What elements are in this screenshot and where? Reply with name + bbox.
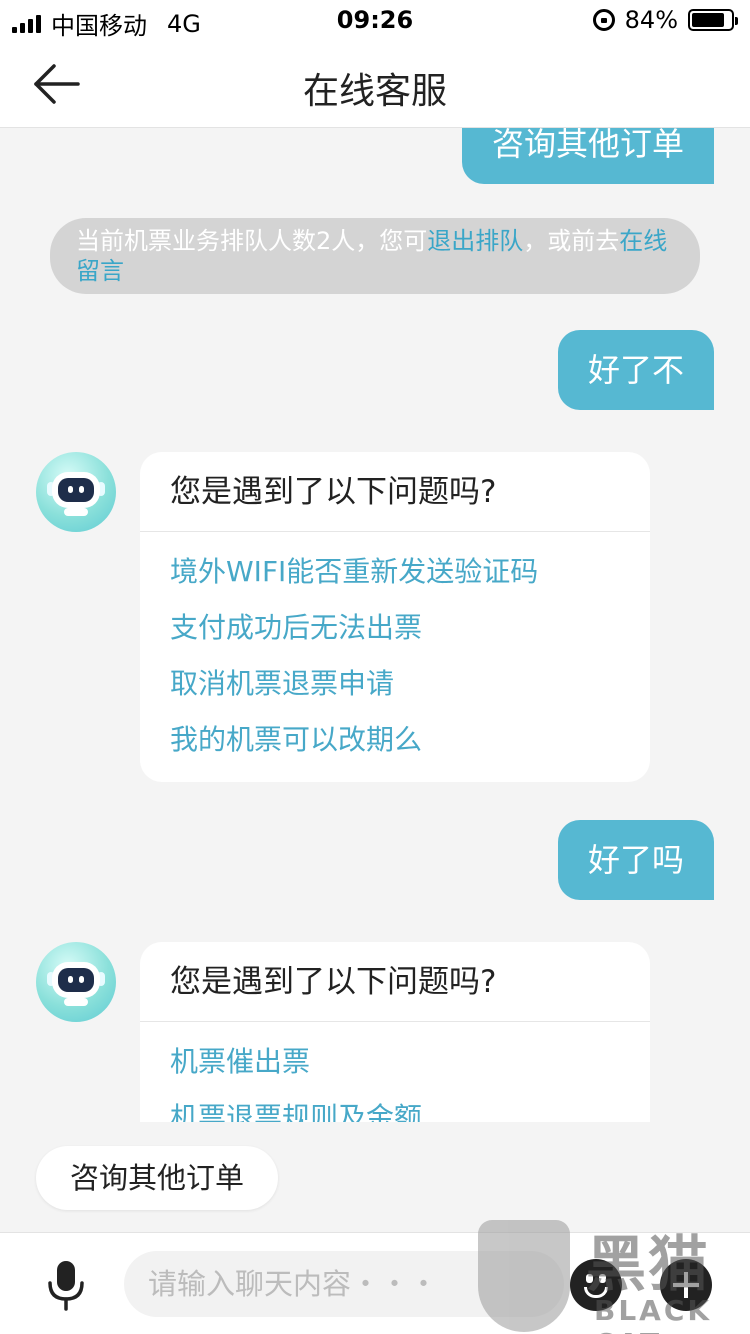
notice-text: 当前机票业务排队人数2人，您可: [76, 227, 428, 255]
queue-notice: 当前机票业务排队人数2人，您可退出排队，或前去在线留言: [50, 218, 700, 294]
bot-suggestion-card: 您是遇到了以下问题吗? 境外WIFI能否重新发送验证码 支付成功后无法出票 取消…: [140, 452, 650, 782]
user-message-bubble: 咨询其他订单: [461, 128, 714, 184]
suggestion-question: 您是遇到了以下问题吗?: [140, 452, 650, 532]
bot-suggestion-card: 您是遇到了以下问题吗? 机票催出票 机票退票规则及金额: [140, 942, 650, 1122]
input-bar: [0, 1232, 750, 1334]
suggestion-list: 境外WIFI能否重新发送验证码 支付成功后无法出票 取消机票退票申请 我的机票可…: [140, 532, 650, 782]
chat-screen: 中国移动 4G 09:26 84% 在线客服 咨询其他订单 当前机票业务排队人数…: [0, 0, 750, 1334]
suggestion-list: 机票催出票 机票退票规则及金额: [140, 1022, 650, 1122]
quick-reply-chip[interactable]: 咨询其他订单: [36, 1146, 279, 1210]
microphone-icon[interactable]: [44, 1259, 88, 1311]
status-bar: 中国移动 4G 09:26 84%: [0, 0, 750, 40]
chat-input[interactable]: [124, 1251, 564, 1317]
notice-text-middle: ，或前去: [523, 227, 620, 255]
rotation-lock-icon: [592, 9, 615, 31]
bot-avatar: [36, 942, 116, 1022]
exit-queue-link[interactable]: 退出排队: [427, 227, 523, 255]
battery-icon: [688, 9, 738, 31]
page-title: 在线客服: [302, 71, 447, 112]
emoji-icon[interactable]: [570, 1259, 622, 1311]
suggestion-option[interactable]: 支付成功后无法出票: [140, 600, 650, 656]
nav-bar: 在线客服: [0, 40, 750, 128]
chat-messages[interactable]: 咨询其他订单 当前机票业务排队人数2人，您可退出排队，或前去在线留言 好了不 您…: [0, 128, 750, 1122]
suggestion-option[interactable]: 机票退票规则及金额: [140, 1090, 650, 1122]
suggestion-option[interactable]: 机票催出票: [140, 1034, 650, 1090]
user-message-bubble: 好了不: [557, 330, 714, 410]
suggestion-option[interactable]: 取消机票退票申请: [140, 656, 650, 712]
suggestion-question: 您是遇到了以下问题吗?: [140, 942, 650, 1022]
suggestion-option[interactable]: 境外WIFI能否重新发送验证码: [140, 544, 650, 600]
plus-icon[interactable]: [660, 1259, 712, 1311]
bot-avatar: [36, 452, 116, 532]
status-right: 84%: [592, 6, 738, 34]
user-message-bubble: 好了吗: [557, 820, 714, 900]
suggestion-option[interactable]: 我的机票可以改期么: [140, 712, 650, 768]
battery-percent: 84%: [624, 6, 678, 34]
